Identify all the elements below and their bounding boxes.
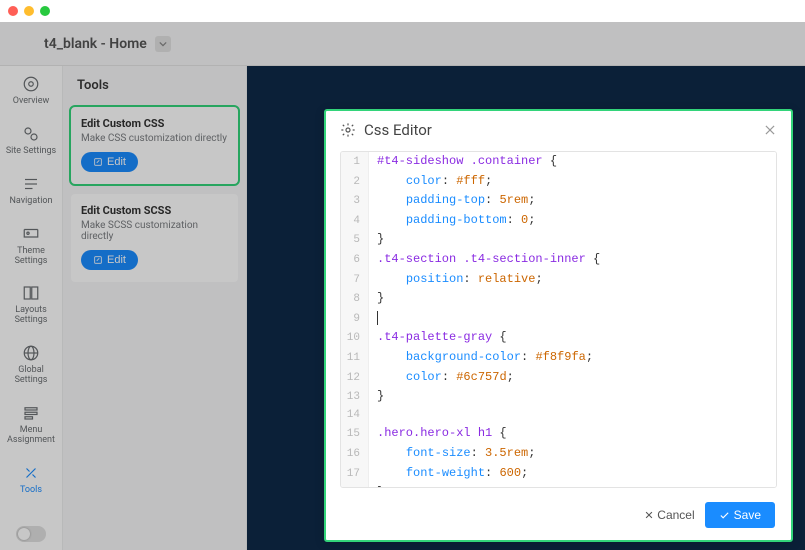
- vnav-site-settings[interactable]: Site Settings: [0, 116, 62, 166]
- modal-title: Css Editor: [364, 121, 432, 139]
- vnav-layouts-settings[interactable]: Layouts Settings: [0, 275, 62, 335]
- vnav-label: Navigation: [10, 197, 53, 207]
- modal-footer: Cancel Save: [326, 494, 791, 540]
- vnav-label: Tools: [20, 486, 42, 496]
- globe-icon: [21, 343, 41, 363]
- edit-button-label: Edit: [107, 156, 126, 168]
- chevron-down-icon: [159, 40, 167, 48]
- palette-icon: [21, 224, 41, 244]
- card-edit-custom-scss: Edit Custom SCSS Make SCSS customization…: [71, 194, 238, 282]
- page-header: t4_blank - Home: [0, 22, 805, 66]
- edit-scss-button[interactable]: Edit: [81, 250, 138, 270]
- tools-icon: [21, 463, 41, 483]
- layouts-icon: [21, 283, 41, 303]
- vnav-label: Theme Settings: [2, 247, 60, 267]
- check-icon: [719, 510, 730, 521]
- vnav-label: Site Settings: [6, 147, 56, 157]
- theme-toggle[interactable]: [16, 526, 46, 542]
- css-editor-modal: Css Editor 1#t4-sideshow .container {2 c…: [324, 109, 793, 542]
- vnav-overview[interactable]: Overview: [0, 66, 62, 116]
- tools-panel: Tools Edit Custom CSS Make CSS customiza…: [63, 66, 247, 550]
- vnav-label: Layouts Settings: [2, 306, 60, 326]
- page-switch-dropdown[interactable]: [155, 36, 171, 52]
- vnav-theme-settings[interactable]: Theme Settings: [0, 216, 62, 276]
- eye-icon: [21, 74, 41, 94]
- modal-close-button[interactable]: [763, 123, 777, 137]
- close-icon: [763, 123, 777, 137]
- modal-header: Css Editor: [326, 111, 791, 147]
- edit-icon: [93, 157, 103, 167]
- vnav-label: Menu Assignment: [2, 426, 60, 446]
- vnav-label: Global Settings: [2, 366, 60, 386]
- edit-css-button[interactable]: Edit: [81, 152, 138, 172]
- page-title: t4_blank - Home: [44, 36, 147, 52]
- card-subtitle: Make CSS customization directly: [81, 133, 228, 144]
- mac-window-bar: [0, 0, 805, 22]
- vnav-label: Overview: [13, 97, 49, 107]
- mac-max-dot[interactable]: [40, 6, 50, 16]
- vnav-global-settings[interactable]: Global Settings: [0, 335, 62, 395]
- vnav-tools[interactable]: Tools: [0, 455, 62, 505]
- save-button[interactable]: Save: [705, 502, 775, 528]
- gear-icon: [340, 122, 356, 138]
- edit-button-label: Edit: [107, 254, 126, 266]
- cancel-label: Cancel: [657, 508, 694, 522]
- gears-icon: [21, 124, 41, 144]
- cancel-button[interactable]: Cancel: [644, 508, 694, 522]
- card-title: Edit Custom CSS: [81, 117, 228, 130]
- close-icon: [644, 510, 654, 520]
- vnav-navigation[interactable]: Navigation: [0, 166, 62, 216]
- vnav-menu-assignment[interactable]: Menu Assignment: [0, 395, 62, 455]
- tools-header: Tools: [63, 66, 246, 103]
- card-subtitle: Make SCSS customization directly: [81, 220, 228, 242]
- nav-icon: [21, 174, 41, 194]
- card-edit-custom-css: Edit Custom CSS Make CSS customization d…: [71, 107, 238, 184]
- mac-min-dot[interactable]: [24, 6, 34, 16]
- card-title: Edit Custom SCSS: [81, 204, 228, 217]
- vertical-nav: Overview Site Settings Navigation Theme …: [0, 66, 63, 550]
- edit-icon: [93, 255, 103, 265]
- menu-icon: [21, 403, 41, 423]
- mac-close-dot[interactable]: [8, 6, 18, 16]
- code-editor[interactable]: 1#t4-sideshow .container {2 color: #fff;…: [340, 151, 777, 488]
- save-label: Save: [734, 508, 761, 522]
